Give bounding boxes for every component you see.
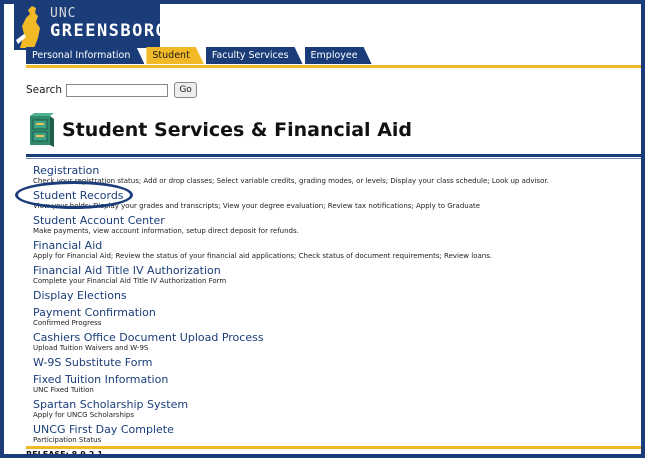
search-bar: Search Go	[26, 82, 198, 98]
financial-aid-link[interactable]: Financial Aid	[33, 239, 633, 252]
header: UNC GREENSBORO Personal Information Stud…	[0, 0, 645, 68]
menu-item-cashiers-upload: Cashiers Office Document Upload Process …	[33, 331, 633, 353]
menu-item-registration: Registration Check your registration sta…	[33, 164, 633, 186]
page-title: Student Services & Financial Aid	[62, 119, 413, 141]
highlight-oval	[15, 181, 133, 209]
student-records-desc: View your holds; Display your grades and…	[33, 202, 481, 210]
first-day-complete-link[interactable]: UNCG First Day Complete	[33, 423, 633, 436]
display-elections-link[interactable]: Display Elections	[33, 289, 633, 302]
search-label: Search	[26, 84, 63, 96]
cashiers-upload-desc: Upload Tuition Waivers and W-9S	[33, 344, 149, 352]
registration-link[interactable]: Registration	[33, 164, 633, 177]
logo-unc-text: UNC	[50, 6, 77, 21]
tab-faculty-services[interactable]: Faculty Services	[206, 47, 303, 64]
title-divider	[26, 154, 645, 157]
search-input[interactable]	[66, 83, 169, 97]
title-divider-thin	[26, 158, 645, 159]
tab-employee[interactable]: Employee	[305, 47, 372, 64]
go-button[interactable]: Go	[174, 82, 198, 98]
payment-confirmation-link[interactable]: Payment Confirmation	[33, 306, 633, 319]
spartan-scholarship-link[interactable]: Spartan Scholarship System	[33, 398, 633, 411]
financial-aid-desc: Apply for Financial Aid; Review the stat…	[33, 252, 493, 260]
menu-item-first-day-complete: UNCG First Day Complete Participation St…	[33, 423, 633, 445]
menu-item-payment-confirmation: Payment Confirmation Confirmed Progress	[33, 306, 633, 328]
fixed-tuition-desc: UNC Fixed Tuition	[33, 386, 94, 394]
menu-item-spartan-scholarship: Spartan Scholarship System Apply for UNC…	[33, 398, 633, 420]
file-cabinet-icon	[30, 113, 54, 147]
main-tabs: Personal Information Student Faculty Ser…	[26, 47, 374, 65]
menu-item-display-elections: Display Elections	[33, 289, 633, 302]
w9s-form-link[interactable]: W-9S Substitute Form	[33, 356, 633, 369]
menu-item-student-account-center: Student Account Center Make payments, vi…	[33, 214, 633, 236]
payment-confirmation-desc: Confirmed Progress	[33, 319, 102, 327]
menu-item-title-iv: Financial Aid Title IV Authorization Com…	[33, 264, 633, 286]
registration-desc: Check your registration status; Add or d…	[33, 177, 549, 185]
cashiers-upload-link[interactable]: Cashiers Office Document Upload Process	[33, 331, 633, 344]
fixed-tuition-link[interactable]: Fixed Tuition Information	[33, 373, 633, 386]
menu-item-financial-aid: Financial Aid Apply for Financial Aid; R…	[33, 239, 633, 261]
logo-greensboro-text: GREENSBORO	[50, 21, 168, 41]
student-account-center-desc: Make payments, view account information,…	[33, 227, 299, 235]
menu-item-w9s-form: W-9S Substitute Form	[33, 356, 633, 369]
student-account-center-link[interactable]: Student Account Center	[33, 214, 633, 227]
tab-personal-information[interactable]: Personal Information	[26, 47, 144, 64]
spartan-logo-icon	[14, 4, 48, 50]
menu-item-fixed-tuition: Fixed Tuition Information UNC Fixed Tuit…	[33, 373, 633, 395]
footer-divider	[26, 446, 645, 449]
spartan-scholarship-desc: Apply for UNCG Scholarships	[33, 411, 134, 419]
first-day-complete-desc: Participation Status	[33, 436, 102, 444]
menu-list: Registration Check your registration sta…	[33, 164, 633, 445]
tab-underline	[26, 65, 645, 68]
tab-student[interactable]: Student	[146, 47, 203, 64]
title-iv-authorization-link[interactable]: Financial Aid Title IV Authorization	[33, 264, 633, 277]
title-iv-authorization-desc: Complete your Financial Aid Title IV Aut…	[33, 277, 227, 285]
